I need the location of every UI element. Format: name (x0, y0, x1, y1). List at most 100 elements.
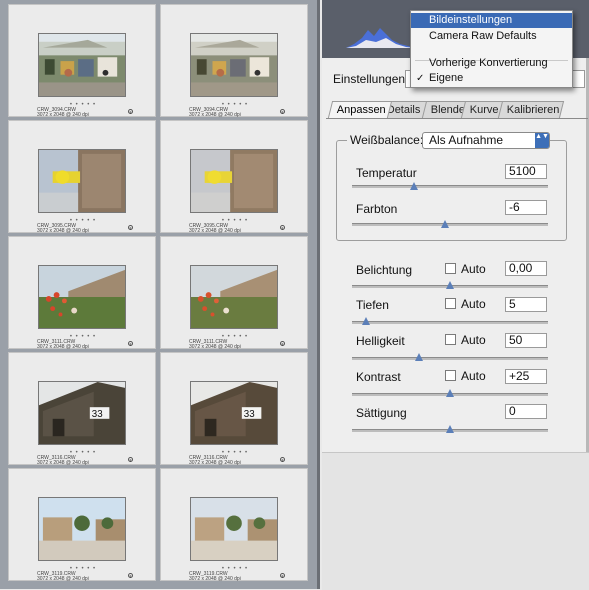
belichtung-label: Belichtung (356, 263, 413, 277)
rating-dots[interactable]: • • • • • (161, 334, 309, 340)
file-meta: 3072 x 2048 @ 240 dpi (189, 460, 241, 466)
tab-anpassen[interactable]: Anpassen (327, 101, 393, 118)
file-meta: 3072 x 2048 @ 240 dpi (189, 576, 241, 582)
tiefen-slider-handle[interactable] (362, 317, 370, 325)
file-meta: 3072 x 2048 @ 240 dpi (37, 344, 89, 350)
histogram (346, 28, 416, 48)
thumbnail-cell[interactable]: • • • • • CRW_3111.CRW 3072 x 2048 @ 240… (8, 236, 157, 350)
rating-dots[interactable]: • • • • • (9, 566, 157, 572)
farbton-input[interactable]: -6 (505, 200, 547, 215)
farbton-slider[interactable] (352, 223, 548, 226)
helligkeit-input[interactable]: 50 (505, 333, 547, 348)
thumbnail-cell[interactable]: • • • • • CRW_3119.CRW 3072 x 2048 @ 240… (8, 468, 157, 582)
settings-badge-icon: ® (128, 457, 133, 463)
thumbnail-cell[interactable]: 33 • • • • • CRW_3116.CRW 3072 x 2048 @ … (8, 352, 157, 466)
kontrast-auto-checkbox[interactable] (445, 370, 456, 381)
thumbnail-image-market (190, 33, 278, 97)
tab-kalibrieren[interactable]: Kalibrieren (497, 101, 565, 118)
belichtung-auto-label: Auto (461, 262, 486, 276)
thumbnail-image-wall: 33 (38, 381, 126, 445)
rating-dots[interactable]: • • • • • (161, 566, 309, 572)
file-meta: 3072 x 2048 @ 240 dpi (37, 112, 89, 118)
thumbnail-image-wall: 33 (190, 381, 278, 445)
file-meta: 3072 x 2048 @ 240 dpi (37, 228, 89, 234)
settings-badge-icon: ® (280, 457, 285, 463)
rating-dots[interactable]: • • • • • (161, 450, 309, 456)
thumbnail-image-sign (190, 149, 278, 213)
saettigung-label: Sättigung (356, 406, 407, 420)
helligkeit-slider[interactable] (352, 357, 548, 360)
settings-badge-icon: ® (128, 225, 133, 231)
thumbnail-column-left: • • • • • CRW_3094.CRW 3072 x 2048 @ 240… (8, 0, 157, 589)
whitebalance-select[interactable]: Als Aufnahme ▲▼ (422, 132, 550, 149)
settings-badge-icon: ® (280, 341, 285, 347)
tiefen-auto-checkbox[interactable] (445, 298, 456, 309)
kontrast-slider-handle[interactable] (446, 389, 454, 397)
thumbnail-cell[interactable]: • • • • • CRW_3094.CRW 3072 x 2048 @ 240… (8, 4, 157, 118)
farbton-slider-handle[interactable] (441, 220, 449, 228)
thumbnail-cell[interactable]: 33 • • • • • CRW_3116.CRW 3072 x 2048 @ … (160, 352, 309, 466)
thumbnail-image-flowers (190, 265, 278, 329)
farbton-label: Farbton (356, 202, 398, 216)
settings-badge-icon: ® (280, 225, 285, 231)
thumbnail-cell[interactable]: • • • • • CRW_3095.CRW 3072 x 2048 @ 240… (160, 120, 309, 234)
whitebalance-label: Weißbalance: (347, 133, 427, 147)
helligkeit-auto-checkbox[interactable] (445, 334, 456, 345)
tiefen-auto-label: Auto (461, 297, 486, 311)
rating-dots[interactable]: • • • • • (9, 218, 157, 224)
kontrast-label: Kontrast (356, 370, 401, 384)
settings-popup-menu: Bildeinstellungen Camera Raw Defaults Vo… (410, 10, 573, 88)
file-meta: 3072 x 2048 @ 240 dpi (189, 344, 241, 350)
kontrast-input[interactable]: +25 (505, 369, 547, 384)
thumbnail-image-square (190, 497, 278, 561)
settings-badge-icon: ® (280, 109, 285, 115)
file-meta: 3072 x 2048 @ 240 dpi (37, 576, 89, 582)
temperatur-slider-handle[interactable] (410, 182, 418, 190)
thumbnail-image-market (38, 33, 126, 97)
thumbnail-cell[interactable]: • • • • • CRW_3119.CRW 3072 x 2048 @ 240… (160, 468, 309, 582)
rating-dots[interactable]: • • • • • (9, 102, 157, 108)
file-meta: 3072 x 2048 @ 240 dpi (189, 112, 241, 118)
tiefen-label: Tiefen (356, 298, 389, 312)
thumbnail-image-sign (38, 149, 126, 213)
belichtung-slider-handle[interactable] (446, 281, 454, 289)
menu-item-eigene[interactable]: ✓ Eigene (411, 71, 572, 86)
belichtung-input[interactable]: 0,00 (505, 261, 547, 276)
rating-dots[interactable]: • • • • • (161, 102, 309, 108)
panel-divider[interactable] (317, 0, 320, 589)
rating-dots[interactable]: • • • • • (9, 450, 157, 456)
thumbnail-column-right: • • • • • CRW_3094.CRW 3072 x 2048 @ 240… (160, 0, 309, 589)
saettigung-input[interactable]: 0 (505, 404, 547, 419)
svg-text:33: 33 (244, 409, 255, 420)
panel-empty-area (322, 452, 589, 590)
tiefen-input[interactable]: 5 (505, 297, 547, 312)
temperatur-label: Temperatur (356, 166, 417, 180)
tiefen-slider[interactable] (352, 321, 548, 324)
helligkeit-auto-label: Auto (461, 333, 486, 347)
thumbnail-cell[interactable]: • • • • • CRW_3111.CRW 3072 x 2048 @ 240… (160, 236, 309, 350)
settings-badge-icon: ® (280, 573, 285, 579)
settings-badge-icon: ® (128, 109, 133, 115)
menu-item-bildeinstellungen[interactable]: Bildeinstellungen (411, 13, 572, 28)
thumbnail-cell[interactable]: • • • • • CRW_3095.CRW 3072 x 2048 @ 240… (8, 120, 157, 234)
menu-item-vorherige-konvertierung[interactable]: Vorherige Konvertierung (411, 56, 572, 71)
helligkeit-label: Helligkeit (356, 334, 405, 348)
settings-badge-icon: ® (128, 573, 133, 579)
rating-dots[interactable]: • • • • • (161, 218, 309, 224)
settings-badge-icon: ® (128, 341, 133, 347)
temperatur-input[interactable]: 5100 (505, 164, 547, 179)
saettigung-slider-handle[interactable] (446, 425, 454, 433)
helligkeit-slider-handle[interactable] (415, 353, 423, 361)
thumbnail-cell[interactable]: • • • • • CRW_3094.CRW 3072 x 2048 @ 240… (160, 4, 309, 118)
checkmark-icon: ✓ (416, 73, 425, 84)
file-meta: 3072 x 2048 @ 240 dpi (37, 460, 89, 466)
menu-item-camera-raw-defaults[interactable]: Camera Raw Defaults (411, 29, 572, 44)
thumbnail-image-square (38, 497, 126, 561)
thumbnail-image-flowers (38, 265, 126, 329)
temperatur-slider[interactable] (352, 185, 548, 188)
belichtung-auto-checkbox[interactable] (445, 263, 456, 274)
file-meta: 3072 x 2048 @ 240 dpi (189, 228, 241, 234)
whitebalance-value: Als Aufnahme (429, 133, 504, 147)
svg-text:33: 33 (92, 409, 103, 420)
rating-dots[interactable]: • • • • • (9, 334, 157, 340)
